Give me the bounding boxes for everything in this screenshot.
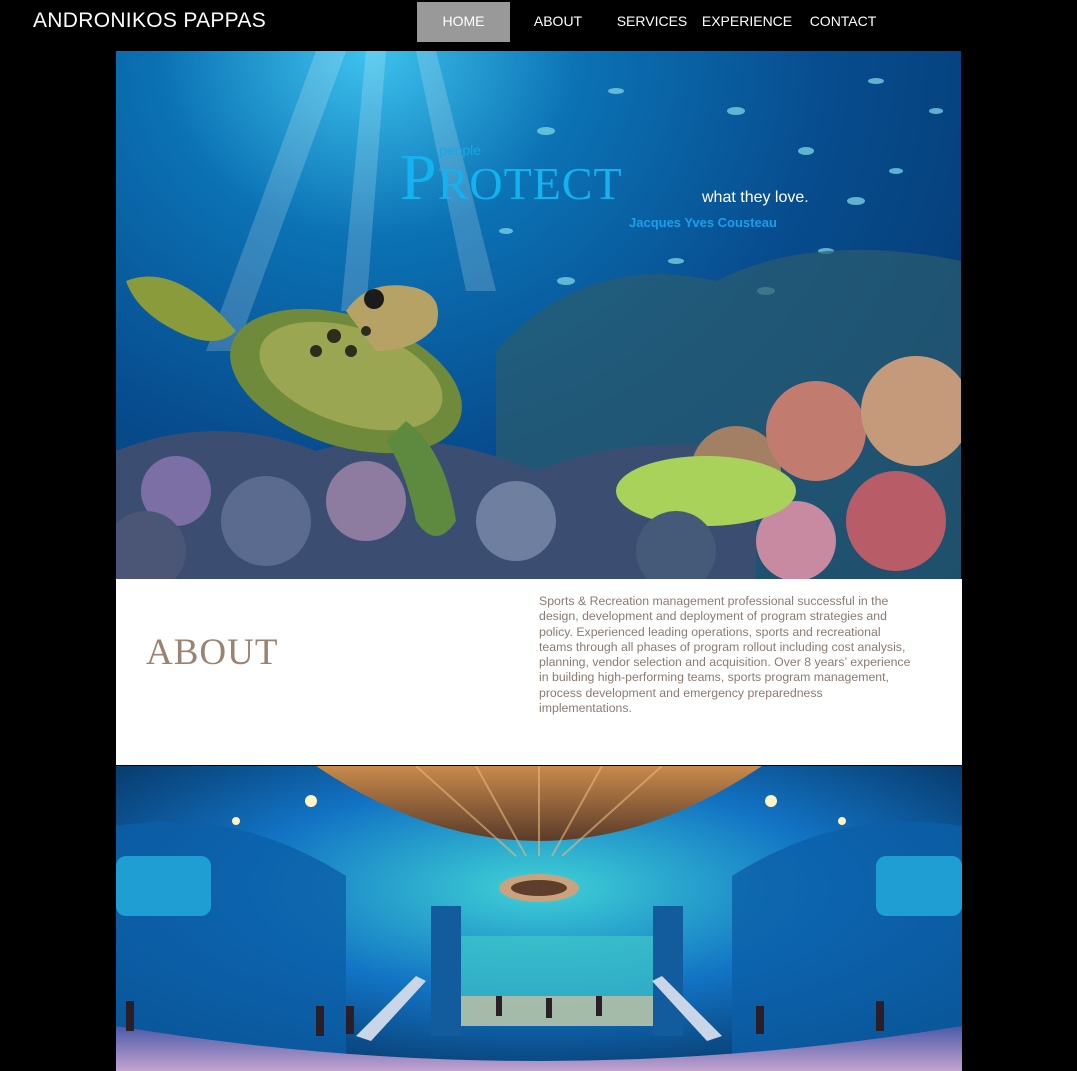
nav-contact[interactable]: CONTACT xyxy=(798,2,888,42)
about-text: Sports & Recreation management professio… xyxy=(539,594,911,716)
aquarium-interior-illustration xyxy=(116,766,962,1071)
quote-author: Jacques Yves Cousteau xyxy=(629,215,777,230)
quote-tail: what they love. xyxy=(702,189,809,206)
hero-underwater-image xyxy=(116,51,961,579)
site-title[interactable]: ANDRONIKOS PAPPAS xyxy=(33,9,266,33)
nav-experience[interactable]: EXPERIENCE xyxy=(701,2,793,42)
quote-protect: Protect xyxy=(400,141,623,214)
hero-banner: people Protect what they love. Jacques Y… xyxy=(116,51,961,579)
nav-services[interactable]: SERVICES xyxy=(607,2,697,42)
nav-home[interactable]: HOME xyxy=(417,2,510,42)
aquarium-interior-image xyxy=(116,766,962,1071)
nav-about[interactable]: ABOUT xyxy=(513,2,603,42)
about-section: ABOUT Sports & Recreation management pro… xyxy=(116,579,962,765)
about-title: ABOUT xyxy=(146,632,279,673)
